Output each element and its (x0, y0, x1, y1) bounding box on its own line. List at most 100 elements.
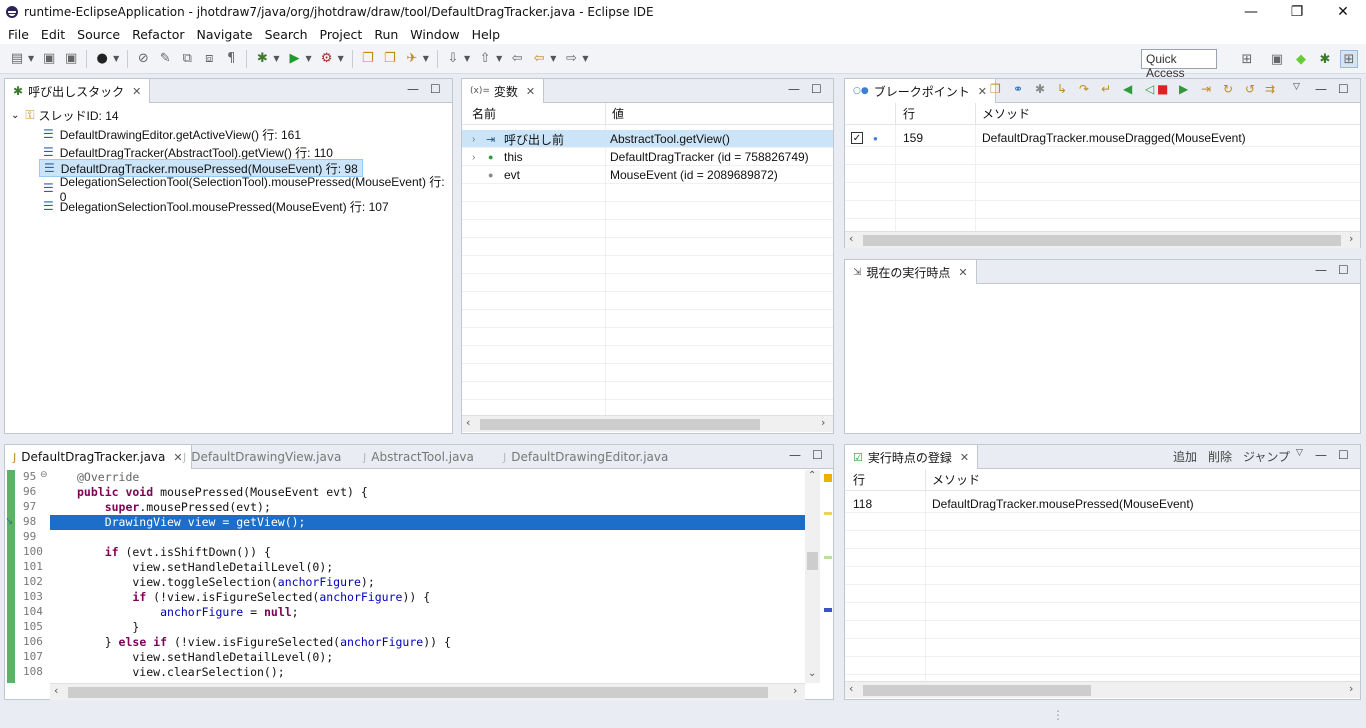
stack-frame[interactable]: ☰ DelegationSelectionTool.mousePressed(M… (43, 197, 389, 215)
search-dropdown-icon[interactable]: ▼ (423, 54, 429, 63)
scroll-thumb[interactable] (480, 419, 760, 430)
new-dropdown-icon[interactable]: ▼ (28, 54, 34, 63)
menu-project[interactable]: Project (314, 27, 369, 42)
close-icon[interactable]: ✕ (132, 85, 141, 98)
open-folder-icon[interactable]: ❐ (381, 50, 399, 68)
back-dropdown-icon[interactable]: ▼ (550, 54, 556, 63)
resume-icon[interactable]: ✎ (156, 50, 174, 68)
minimize-icon[interactable]: — (788, 82, 800, 96)
tab-breakpoints[interactable]: ○● ブレークポイント ✕ (845, 79, 996, 103)
skip-breakpoints-icon[interactable]: ⊘ (134, 50, 152, 68)
horizontal-scrollbar[interactable]: ‹ › (50, 683, 805, 700)
close-icon[interactable]: ✕ (958, 266, 967, 279)
column-line[interactable]: 行 (903, 105, 915, 122)
remove-icon[interactable]: ✱ (1035, 82, 1045, 96)
maximize-icon[interactable]: ☐ (811, 82, 822, 96)
scroll-left-icon[interactable]: ‹ (849, 232, 853, 245)
occurrence-marker[interactable] (824, 512, 832, 515)
step-into-icon[interactable]: ↳ (1057, 82, 1067, 96)
menu-window[interactable]: Window (404, 27, 465, 42)
step-icon[interactable]: ⧉ (178, 50, 196, 68)
step-over-icon[interactable]: ↷ (1079, 82, 1089, 96)
redo-icon[interactable]: ↻ (1223, 82, 1233, 96)
tab-current-point[interactable]: ⇲ 現在の実行時点 ✕ (845, 260, 977, 284)
jump-button[interactable]: ジャンプ (1243, 448, 1290, 465)
close-icon[interactable]: ✕ (960, 451, 969, 464)
next-annotation-icon[interactable]: ⇩ (444, 50, 462, 68)
add-button[interactable]: 追加 (1173, 448, 1197, 465)
open-perspective-icon[interactable]: ⊞ (1238, 50, 1256, 68)
debug-perspective-icon[interactable]: ✱ (1316, 50, 1334, 68)
menu-search[interactable]: Search (259, 27, 314, 42)
next-annotation-dropdown-icon[interactable]: ▼ (464, 54, 470, 63)
vertical-scrollbar[interactable]: ⌃ ⌄ (805, 470, 820, 683)
restore-button[interactable]: ❐ (1274, 0, 1320, 24)
step-back-icon[interactable]: ◀ (1123, 82, 1132, 96)
minimize-icon[interactable]: — (789, 448, 801, 462)
goto-icon[interactable]: ⇥ (1201, 82, 1211, 96)
close-button[interactable]: ✕ (1320, 0, 1366, 24)
view-menu-icon[interactable]: ▽ (1296, 448, 1303, 458)
back-icon[interactable]: ⇦ (530, 50, 548, 68)
debug-icon[interactable]: ✱ (253, 50, 271, 68)
tab-callstack[interactable]: ✱ 呼び出しスタック ✕ (5, 79, 151, 103)
minimize-icon[interactable]: — (1315, 263, 1327, 277)
save-all-icon[interactable]: ▣ (62, 50, 80, 68)
minimize-icon[interactable]: — (1315, 448, 1327, 462)
back-icon[interactable]: ◁ (1145, 82, 1154, 96)
minimize-icon[interactable]: — (407, 82, 419, 96)
open-type-icon[interactable]: ❐ (359, 50, 377, 68)
column-name[interactable]: 名前 (472, 105, 496, 122)
minimize-icon[interactable]: — (1315, 82, 1327, 96)
tab-registered-points[interactable]: ☑ 実行時点の登録 ✕ (845, 445, 979, 469)
tab-variables[interactable]: (x)= 変数 ✕ (462, 79, 545, 103)
scroll-thumb[interactable] (807, 552, 818, 570)
prev-annotation-dropdown-icon[interactable]: ▼ (496, 54, 502, 63)
menu-run[interactable]: Run (368, 27, 404, 42)
debug-marker[interactable] (824, 608, 832, 612)
view-menu-icon[interactable]: ▽ (1293, 82, 1300, 92)
scroll-right-icon[interactable]: › (793, 684, 797, 697)
last-edit-icon[interactable]: ⇦ (508, 50, 526, 68)
active-perspective-icon[interactable]: ⊞ (1340, 50, 1358, 68)
variable-row[interactable]: › ● this DefaultDragTracker (id = 758826… (462, 148, 833, 166)
account-dropdown-icon[interactable]: ▼ (113, 54, 119, 63)
scroll-left-icon[interactable]: ‹ (466, 416, 470, 429)
open-folder-icon[interactable]: ❐ (990, 82, 1001, 96)
menu-file[interactable]: File (2, 27, 35, 42)
scroll-left-icon[interactable]: ‹ (54, 684, 58, 697)
warning-marker[interactable] (824, 474, 832, 482)
forward-icon[interactable]: ⇨ (562, 50, 580, 68)
run-icon[interactable]: ▶ (285, 50, 303, 68)
step-over-icon[interactable]: ⧈ (200, 50, 218, 68)
scroll-right-icon[interactable]: › (821, 416, 825, 429)
column-value[interactable]: 値 (612, 105, 624, 122)
git-perspective-icon[interactable]: ◆ (1292, 50, 1310, 68)
delete-button[interactable]: 削除 (1208, 448, 1232, 465)
checkbox-checked-icon[interactable]: ✓ (851, 132, 863, 144)
maximize-icon[interactable]: ☐ (812, 448, 823, 462)
tab-defaultdrawingeditor[interactable]: J DefaultDrawingEditor.java (495, 445, 676, 469)
quick-access-field[interactable]: Quick Access (1141, 49, 1217, 80)
close-icon[interactable]: ✕ (526, 85, 535, 98)
maximize-icon[interactable]: ☐ (1338, 82, 1349, 96)
menu-source[interactable]: Source (71, 27, 126, 42)
scroll-thumb[interactable] (68, 687, 768, 698)
undo-icon[interactable]: ↺ (1245, 82, 1255, 96)
new-icon[interactable]: ▤ (8, 50, 26, 68)
breakpoint-row[interactable]: ✓ ● 159 DefaultDragTracker.mouseDragged(… (845, 129, 1360, 147)
chevron-down-icon[interactable]: ⌄ (11, 110, 19, 121)
paragraph-icon[interactable]: ¶ (222, 50, 240, 68)
external-tools-dropdown-icon[interactable]: ▼ (338, 54, 344, 63)
horizontal-scrollbar[interactable]: ‹ › (845, 681, 1360, 698)
run-dropdown-icon[interactable]: ▼ (305, 54, 311, 63)
collapse-icon[interactable]: ⊖ (40, 470, 48, 480)
debug-dropdown-icon[interactable]: ▼ (273, 54, 279, 63)
tab-abstracttool[interactable]: J AbstractTool.java (355, 445, 482, 469)
change-marker[interactable] (824, 556, 832, 559)
scroll-down-icon[interactable]: ⌄ (808, 668, 816, 679)
scroll-up-icon[interactable]: ⌃ (808, 470, 816, 481)
scroll-thumb[interactable] (863, 235, 1341, 246)
horizontal-scrollbar[interactable]: ‹ › (845, 231, 1360, 248)
column-method[interactable]: メソッド (982, 105, 1030, 122)
